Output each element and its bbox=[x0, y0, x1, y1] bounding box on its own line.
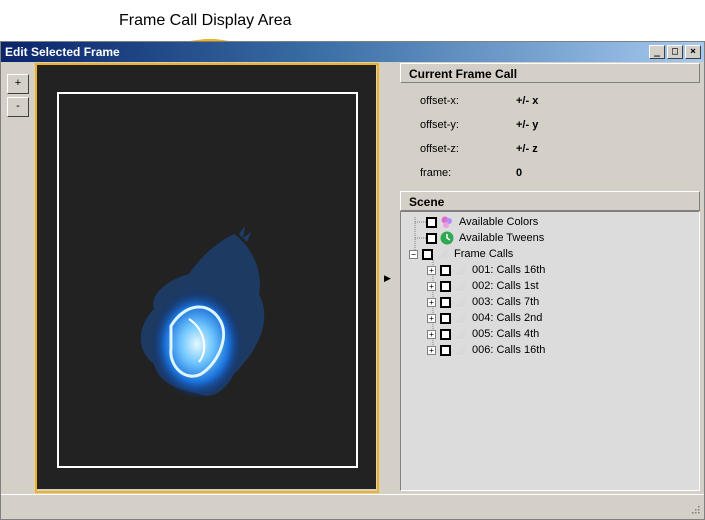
tree-item-frame-call[interactable]: + 005: Calls 4th bbox=[427, 326, 539, 342]
right-panel: Current Frame Call offset-x: +/- x offset… bbox=[400, 63, 700, 491]
frame-call-icon bbox=[455, 345, 465, 355]
tree-item-label: 001: Calls 16th bbox=[472, 264, 546, 276]
tree-item-frame-call[interactable]: + 001: Calls 16th bbox=[427, 262, 545, 278]
cfc-row: offset-z: +/- z bbox=[420, 143, 538, 155]
checkbox[interactable] bbox=[440, 296, 451, 308]
cfc-value[interactable]: +/- x bbox=[516, 95, 538, 107]
checkbox[interactable] bbox=[440, 328, 451, 340]
status-bar bbox=[1, 494, 704, 518]
tree-item-label: Available Colors bbox=[459, 216, 539, 228]
frame-call-icon bbox=[455, 329, 465, 339]
tree-item-available-tweens[interactable]: Available Tweens bbox=[426, 230, 544, 246]
checkbox[interactable] bbox=[440, 312, 451, 324]
scene-header: Scene bbox=[400, 191, 700, 211]
minimize-button[interactable]: _ bbox=[649, 45, 665, 59]
tree-item-label: 002: Calls 1st bbox=[472, 280, 539, 292]
tree-item-label: 003: Calls 7th bbox=[472, 296, 540, 308]
collapse-panel-toggle[interactable]: ▶ bbox=[384, 273, 391, 284]
tree-item-label: 006: Calls 16th bbox=[472, 344, 546, 356]
frame-bounds bbox=[57, 92, 358, 468]
checkbox[interactable] bbox=[426, 216, 437, 228]
cfc-label: frame: bbox=[420, 167, 452, 179]
cfc-label: offset-z: bbox=[420, 143, 459, 155]
tree-item-label: 004: Calls 2nd bbox=[472, 312, 543, 324]
checkbox[interactable] bbox=[440, 280, 451, 292]
frame-calls-icon bbox=[437, 249, 447, 259]
tree-item-available-colors[interactable]: Available Colors bbox=[426, 214, 538, 230]
callout-label: Frame Call Display Area bbox=[119, 12, 292, 29]
cfc-value[interactable]: 0 bbox=[516, 167, 522, 179]
current-frame-call-header: Current Frame Call bbox=[400, 63, 700, 83]
tree-item-label: 005: Calls 4th bbox=[472, 328, 540, 340]
cfc-label: offset-y: bbox=[420, 119, 459, 131]
tree-item-frame-call[interactable]: + 004: Calls 2nd bbox=[427, 310, 542, 326]
cfc-row: offset-y: +/- y bbox=[420, 119, 538, 131]
scene-tree[interactable]: Available Colors Available Tweens − Fram… bbox=[400, 211, 700, 491]
frame-canvas[interactable] bbox=[37, 65, 376, 489]
tree-item-frame-calls[interactable]: − Frame Calls bbox=[409, 246, 513, 262]
expand-icon[interactable]: + bbox=[427, 345, 436, 355]
frame-call-display-area[interactable] bbox=[35, 63, 378, 491]
title-bar[interactable]: Edit Selected Frame _ □ × bbox=[1, 42, 704, 62]
cfc-value[interactable]: +/- z bbox=[516, 143, 538, 155]
frame-call-icon bbox=[455, 265, 465, 275]
zoom-out-button[interactable]: - bbox=[7, 97, 29, 117]
tree-item-label: Available Tweens bbox=[459, 232, 545, 244]
blue-flame-sprite bbox=[140, 226, 265, 399]
expand-icon[interactable]: + bbox=[427, 297, 436, 307]
checkbox[interactable] bbox=[422, 248, 433, 260]
tree-item-frame-call[interactable]: + 006: Calls 16th bbox=[427, 342, 545, 358]
expand-icon[interactable]: + bbox=[427, 265, 436, 275]
resize-grip-icon[interactable] bbox=[690, 504, 700, 514]
close-button[interactable]: × bbox=[685, 45, 701, 59]
expand-icon[interactable]: + bbox=[427, 281, 436, 291]
tree-item-frame-call[interactable]: + 003: Calls 7th bbox=[427, 294, 539, 310]
frame-call-icon bbox=[455, 297, 465, 307]
expand-icon[interactable]: + bbox=[427, 329, 436, 339]
cfc-label: offset-x: bbox=[420, 95, 459, 107]
colors-icon bbox=[441, 216, 452, 228]
tweens-icon bbox=[440, 231, 454, 245]
current-frame-call-body: offset-x: +/- x offset-y: +/- y offset-z: +… bbox=[400, 83, 700, 186]
edit-selected-frame-window: Edit Selected Frame _ □ × + - ▶ Current … bbox=[0, 41, 705, 520]
cfc-value[interactable]: +/- y bbox=[516, 119, 538, 131]
checkbox[interactable] bbox=[440, 344, 451, 356]
collapse-icon[interactable]: − bbox=[409, 249, 418, 259]
cfc-row: frame: 0 bbox=[420, 167, 522, 179]
tree-item-label: Frame Calls bbox=[454, 248, 514, 260]
checkbox[interactable] bbox=[426, 232, 437, 244]
checkbox[interactable] bbox=[440, 264, 451, 276]
expand-icon[interactable]: + bbox=[427, 313, 436, 323]
frame-call-icon bbox=[455, 281, 465, 291]
zoom-in-button[interactable]: + bbox=[7, 74, 29, 94]
window-title: Edit Selected Frame bbox=[5, 45, 120, 59]
cfc-row: offset-x: +/- x bbox=[420, 95, 538, 107]
maximize-button[interactable]: □ bbox=[667, 45, 683, 59]
tree-item-frame-call[interactable]: + 002: Calls 1st bbox=[427, 278, 539, 294]
frame-call-icon bbox=[455, 313, 465, 323]
